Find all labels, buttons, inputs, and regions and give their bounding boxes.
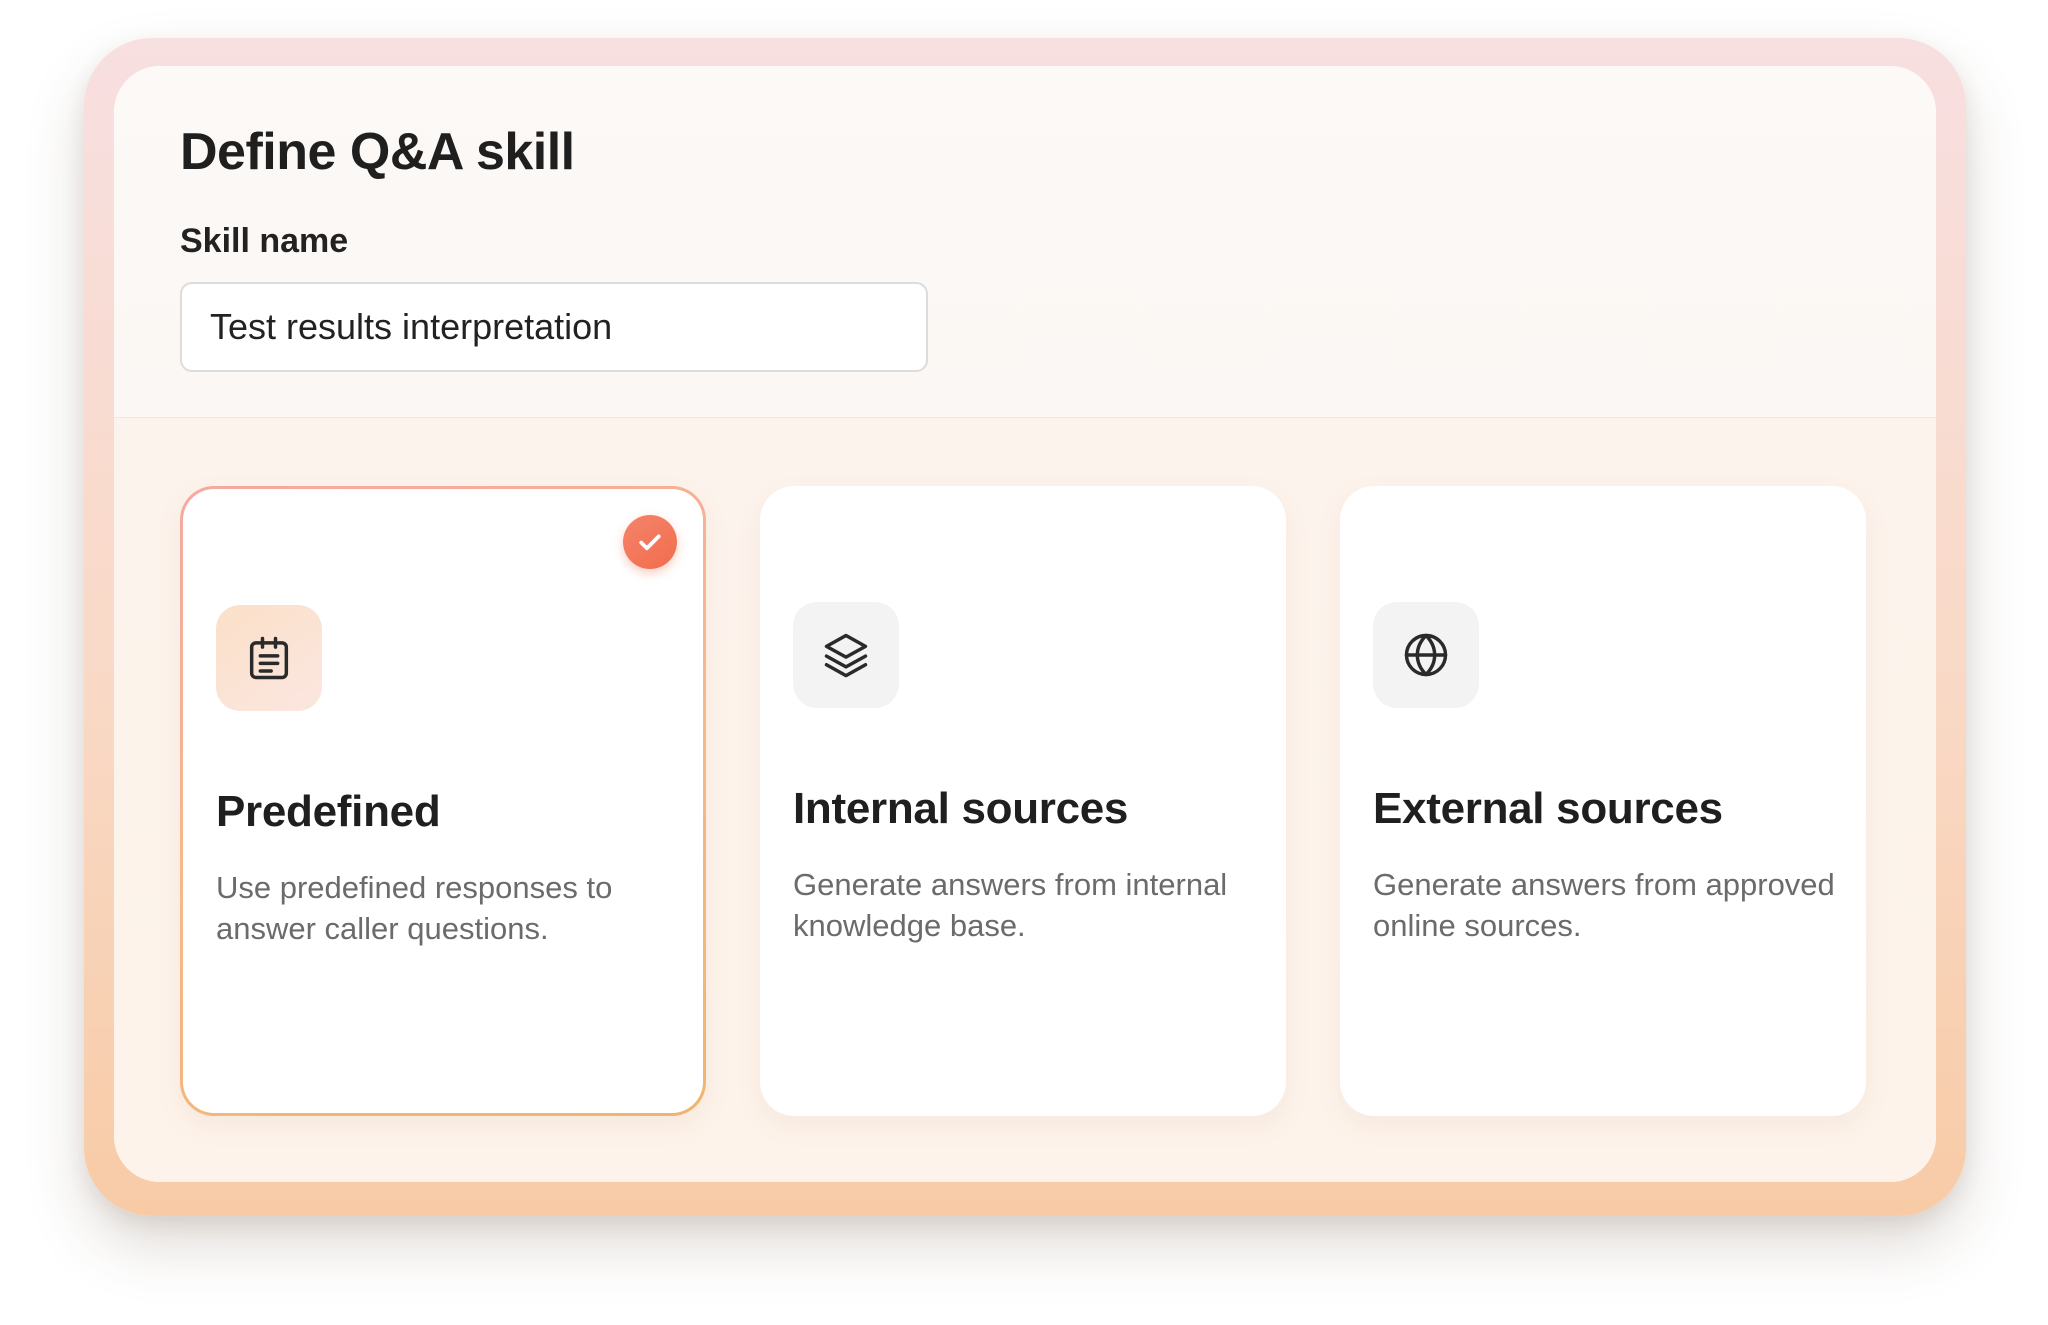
window-frame: Define Q&A skill Skill name Test results… [84, 38, 1966, 1216]
option-title: Internal sources [793, 784, 1129, 833]
skill-name-label: Skill name [180, 222, 349, 260]
skill-panel: Define Q&A skill Skill name Test results… [114, 66, 1936, 1182]
globe-icon [1373, 602, 1479, 708]
option-card-predefined[interactable]: Predefined Use predefined responses to a… [180, 486, 706, 1116]
option-card-external-sources[interactable]: External sources Generate answers from a… [1340, 486, 1866, 1116]
header-section: Define Q&A skill Skill name [114, 66, 1936, 418]
clipboard-list-icon [216, 605, 322, 711]
option-card-internal-sources[interactable]: Internal sources Generate answers from i… [760, 486, 1286, 1116]
skill-name-input[interactable] [180, 282, 928, 372]
selected-check-icon [623, 515, 677, 569]
option-description: Generate answers from internal knowledge… [793, 867, 1228, 943]
options-section: Predefined Use predefined responses to a… [114, 418, 1936, 1182]
option-title: External sources [1373, 784, 1723, 833]
option-description: Use predefined responses to answer calle… [216, 870, 613, 946]
page-title: Define Q&A skill [180, 123, 575, 181]
layers-icon [793, 602, 899, 708]
option-title: Predefined [216, 787, 441, 836]
option-description: Generate answers from approved online so… [1373, 867, 1835, 943]
